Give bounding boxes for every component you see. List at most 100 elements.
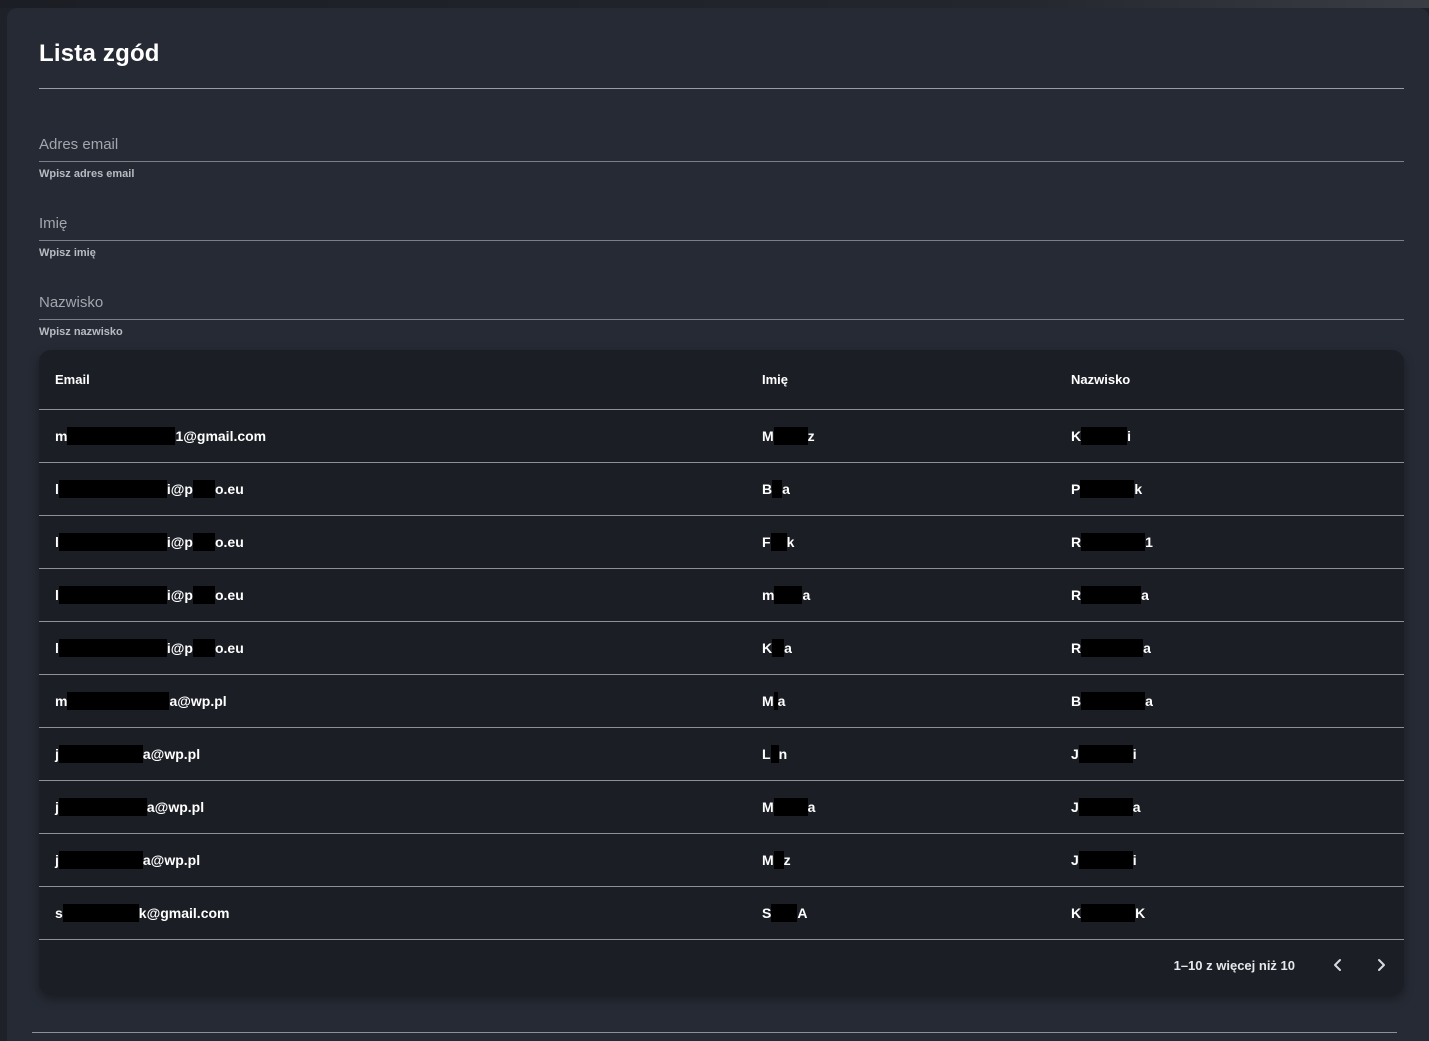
- first-name-filter-field[interactable]: Imię Wpisz imię: [39, 213, 1404, 259]
- first-name-cell-text: a: [782, 481, 790, 497]
- chevron-left-icon: [1334, 959, 1341, 971]
- redaction-bar: [771, 904, 798, 922]
- first-name-cell: Ma: [762, 692, 785, 710]
- title-divider: [39, 88, 1404, 89]
- first-name-cell-text: M: [762, 799, 774, 815]
- email-cell-text: a@wp.pl: [142, 746, 201, 762]
- email-filter-field[interactable]: Adres email Wpisz adres email: [39, 134, 1404, 180]
- last-name-cell-text: a: [1143, 640, 1151, 656]
- first-name-cell: ma: [762, 586, 810, 604]
- redaction-bar: [1078, 745, 1133, 763]
- previous-page-button[interactable]: [1327, 954, 1349, 976]
- redaction-bar: [1081, 533, 1146, 551]
- table-row[interactable]: j a@wp.pl Ln Ji: [39, 728, 1404, 781]
- table-row[interactable]: s k@gmail.com S A K K: [39, 887, 1404, 940]
- first-name-cell: Ka: [762, 639, 792, 657]
- first-name-cell-text: L: [762, 746, 771, 762]
- table-row[interactable]: l i@p o.eu Ba Pk: [39, 463, 1404, 516]
- table-row[interactable]: m a@wp.pl Ma Ba: [39, 675, 1404, 728]
- last-name-cell-text: J: [1071, 799, 1079, 815]
- last-name-cell-text: J: [1071, 852, 1079, 868]
- redaction-bar: [1078, 851, 1133, 869]
- table-row[interactable]: l i@p o.eu m a Ra: [39, 569, 1404, 622]
- redaction-bar: [192, 533, 215, 551]
- last-name-cell-text: K: [1071, 428, 1082, 444]
- redaction-bar: [192, 639, 215, 657]
- table-body: m 1@gmail.com Mz Ki l i@p o.eu Ba Pk l i@p o.eu Fk R 1…: [39, 410, 1404, 940]
- table-row[interactable]: j a@wp.pl Mz Ji: [39, 834, 1404, 887]
- redaction-bar: [192, 586, 215, 604]
- redaction-bar: [1078, 798, 1133, 816]
- redaction-bar: [58, 480, 167, 498]
- email-cell-text: s: [55, 905, 63, 921]
- first-name-cell-text: S: [762, 905, 772, 921]
- email-cell: l i@p o.eu: [55, 586, 244, 604]
- first-name-cell-text: a: [784, 640, 792, 656]
- first-name-filter-hint: Wpisz imię: [39, 247, 96, 259]
- last-name-cell-text: k: [1134, 481, 1143, 497]
- next-page-button[interactable]: [1370, 954, 1392, 976]
- email-cell: m 1@gmail.com: [55, 427, 266, 445]
- column-header-email[interactable]: Email: [55, 372, 90, 387]
- last-name-filter-underline: [39, 319, 1404, 320]
- table-footer: 1–10 z więcej niż 10: [39, 940, 1404, 992]
- redaction-bar: [773, 427, 808, 445]
- email-cell: l i@p o.eu: [55, 639, 244, 657]
- first-name-cell-text: a: [777, 693, 786, 709]
- email-cell-text: o.eu: [214, 534, 244, 550]
- redaction-bar: [67, 692, 170, 710]
- redaction-bar: [770, 745, 779, 763]
- last-name-filter-hint: Wpisz nazwisko: [39, 326, 123, 338]
- pagination-range: 1–10 z więcej niż 10: [1173, 958, 1295, 973]
- last-name-cell: Ba: [1071, 692, 1153, 710]
- last-name-cell-text: i: [1132, 746, 1137, 762]
- email-cell-text: i@p: [166, 587, 193, 603]
- redaction-bar: [192, 480, 215, 498]
- last-name-cell-text: R: [1071, 640, 1082, 656]
- chevron-right-icon: [1378, 959, 1385, 971]
- last-name-cell: Ja: [1071, 798, 1141, 816]
- redaction-bar: [1080, 480, 1135, 498]
- first-name-cell-text: a: [807, 799, 816, 815]
- column-header-first-name[interactable]: Imię: [762, 372, 788, 387]
- column-header-last-name[interactable]: Nazwisko: [1071, 372, 1130, 387]
- redaction-bar: [58, 851, 143, 869]
- last-name-filter-field[interactable]: Nazwisko Wpisz nazwisko: [39, 292, 1404, 338]
- first-name-cell: Ma: [762, 798, 815, 816]
- redaction-bar: [1081, 692, 1146, 710]
- email-cell-text: o.eu: [214, 481, 244, 497]
- table-row[interactable]: j a@wp.pl Ma Ja: [39, 781, 1404, 834]
- first-name-cell: Ba: [762, 480, 790, 498]
- first-name-cell: Ln: [762, 745, 787, 763]
- first-name-cell-text: n: [778, 746, 788, 762]
- redaction-bar: [774, 586, 803, 604]
- last-name-cell-text: J: [1071, 746, 1079, 762]
- redaction-bar: [58, 533, 167, 551]
- first-name-cell: SA: [762, 904, 807, 922]
- email-cell-text: i@p: [166, 640, 193, 656]
- last-name-cell: Ra: [1071, 586, 1149, 604]
- consent-list-panel: Lista zgód Adres email Wpisz adres email…: [7, 8, 1429, 1041]
- redaction-bar: [772, 480, 783, 498]
- first-name-cell-text: B: [762, 481, 773, 497]
- redaction-bar: [58, 745, 143, 763]
- email-cell-text: i@p: [166, 534, 193, 550]
- first-name-cell-text: z: [807, 428, 815, 444]
- table-row[interactable]: m 1@gmail.com Mz Ki: [39, 410, 1404, 463]
- table-row[interactable]: l i@p o.eu Ka Ra: [39, 622, 1404, 675]
- last-name-cell-text: a: [1132, 799, 1141, 815]
- redaction-bar: [773, 798, 808, 816]
- last-name-cell-text: 1: [1145, 534, 1153, 550]
- redaction-bar: [1081, 639, 1144, 657]
- first-name-cell-text: a: [802, 587, 811, 603]
- consent-table: Email Imię Nazwisko m 1@gmail.com Mz Ki l i@p…: [39, 350, 1404, 995]
- table-row[interactable]: l i@p o.eu Fk R 1: [39, 516, 1404, 569]
- email-cell-text: m: [55, 693, 68, 709]
- first-name-cell-text: k: [786, 534, 795, 550]
- email-cell: j a@wp.pl: [55, 851, 200, 869]
- redaction-bar: [1081, 904, 1136, 922]
- email-filter-label: Adres email: [39, 136, 119, 153]
- email-cell-text: a@wp.pl: [146, 799, 205, 815]
- first-name-cell-text: M: [762, 428, 774, 444]
- email-cell: l i@p o.eu: [55, 533, 244, 551]
